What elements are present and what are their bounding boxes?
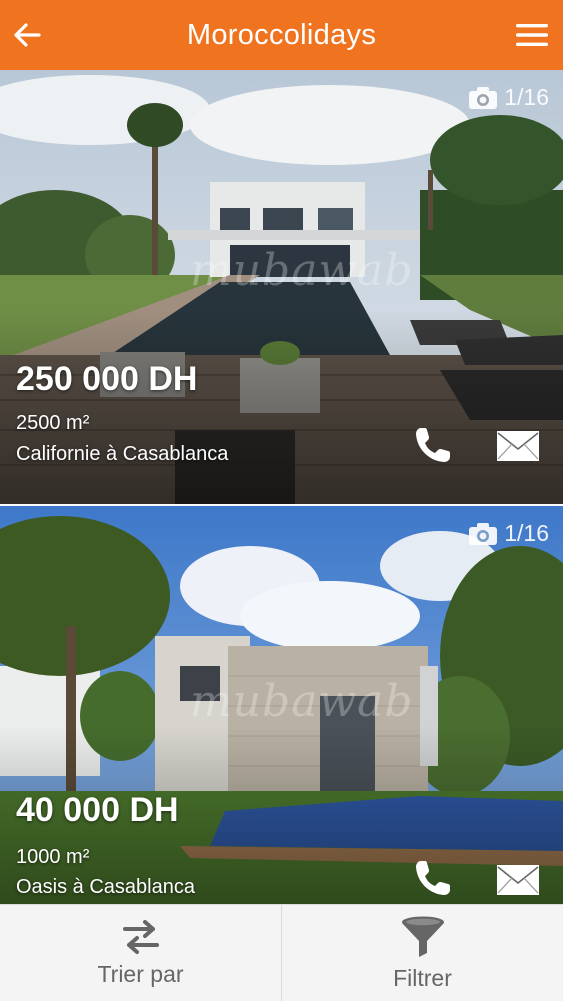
listing-price: 40 000 DH bbox=[16, 791, 179, 829]
phone-icon[interactable] bbox=[413, 858, 453, 898]
listing-card[interactable]: mubawab 1/16 40 000 DH 1000 m² Oasis à C… bbox=[0, 506, 563, 904]
mail-icon[interactable] bbox=[496, 864, 540, 896]
phone-icon[interactable] bbox=[413, 425, 453, 465]
sort-label: Trier par bbox=[97, 960, 184, 987]
app-bar: Moroccolidays bbox=[0, 0, 563, 70]
listing-location: Californie à Casablanca bbox=[16, 443, 229, 465]
camera-icon bbox=[469, 86, 498, 109]
app-title: Moroccolidays bbox=[186, 18, 377, 51]
mail-icon[interactable] bbox=[496, 430, 540, 462]
listing-location: Oasis à Casablanca bbox=[16, 876, 195, 898]
watermark-text: mubawab bbox=[190, 676, 414, 727]
camera-icon bbox=[469, 522, 498, 545]
listing-area: 1000 m² bbox=[16, 846, 90, 868]
listing-card[interactable]: mubawab 1/16 250 000 DH 2500 m² Californ… bbox=[0, 70, 563, 504]
filter-button[interactable]: Filtrer bbox=[282, 905, 563, 1001]
bottom-action-bar: Trier par Filtrer bbox=[0, 904, 563, 1001]
listing-area: 2500 m² bbox=[16, 412, 90, 434]
hamburger-menu-icon[interactable] bbox=[515, 20, 549, 50]
photo-counter: 1/16 bbox=[468, 520, 549, 547]
sort-button[interactable]: Trier par bbox=[0, 905, 281, 1001]
photo-counter-text: 1/16 bbox=[504, 520, 549, 546]
photo-counter-text: 1/16 bbox=[504, 84, 549, 110]
filter-label: Filtrer bbox=[393, 964, 452, 991]
listing-price: 250 000 DH bbox=[16, 360, 198, 398]
photo-counter: 1/16 bbox=[468, 84, 549, 111]
back-arrow-icon[interactable] bbox=[12, 20, 42, 50]
watermark-text: mubawab bbox=[190, 245, 414, 296]
funnel-icon bbox=[401, 916, 444, 957]
swap-arrows-icon bbox=[122, 919, 159, 954]
